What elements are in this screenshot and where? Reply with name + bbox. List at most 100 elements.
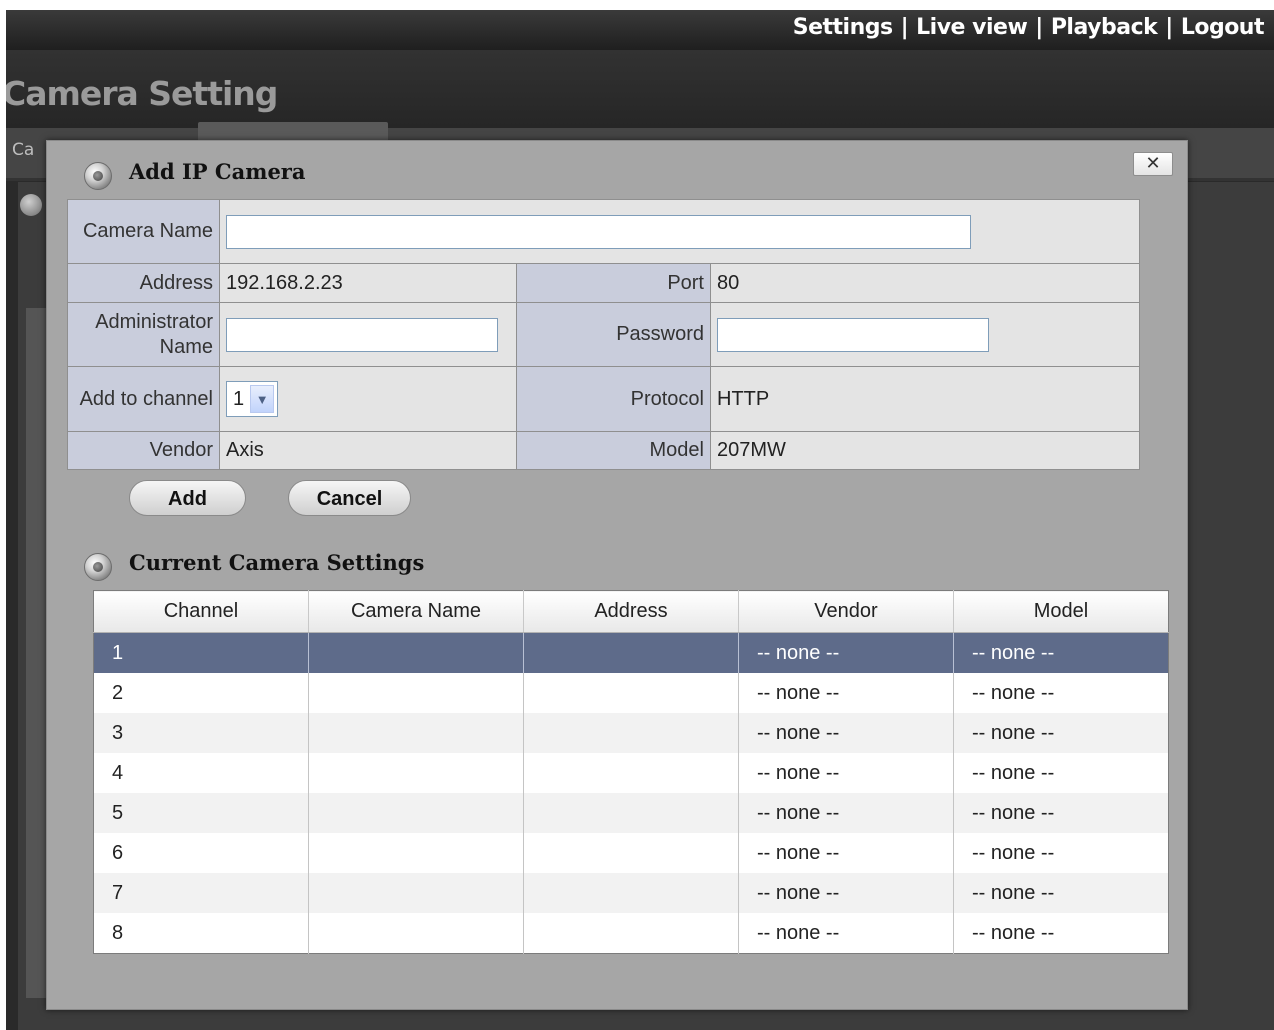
model-label: Model (516, 431, 711, 470)
vendor-cell: -- none -- (738, 753, 954, 793)
protocol-value: HTTP (710, 366, 1140, 432)
camera-name-cell (308, 793, 524, 833)
column-header-model[interactable]: Model (953, 590, 1169, 633)
nav-logout-link[interactable]: Logout (1181, 15, 1265, 40)
model-cell: -- none -- (953, 632, 1169, 673)
channel-cell: 3 (93, 713, 309, 753)
model-cell: -- none -- (953, 753, 1169, 793)
table-row[interactable]: 5 -- none -- -- none -- (93, 793, 1169, 833)
camera-name-cell (308, 753, 524, 793)
vendor-cell: -- none -- (738, 873, 954, 913)
address-cell (523, 713, 739, 753)
port-value: 80 (710, 263, 1140, 303)
camera-name-cell (308, 833, 524, 873)
model-value: 207MW (710, 431, 1140, 470)
table-row[interactable]: 3 -- none -- -- none -- (93, 713, 1169, 753)
address-cell (523, 673, 739, 713)
chevron-down-icon[interactable]: ▼ (250, 385, 275, 413)
vendor-cell: -- none -- (738, 913, 954, 954)
camera-name-cell (308, 713, 524, 753)
column-header-address[interactable]: Address (523, 590, 739, 633)
channel-cell: 5 (93, 793, 309, 833)
channel-cell: 4 (93, 753, 309, 793)
add-button[interactable]: Add (129, 480, 246, 516)
camera-name-cell (308, 913, 524, 954)
column-header-camera-name[interactable]: Camera Name (308, 590, 524, 633)
channel-select-value: 1 (233, 387, 245, 410)
channel-cell: 1 (93, 632, 309, 673)
address-cell (523, 753, 739, 793)
cancel-button[interactable]: Cancel (288, 480, 411, 516)
camera-form: Camera Name Address 192.168.2.23 Port 80… (67, 199, 1140, 470)
channel-label: Add to channel (67, 366, 220, 432)
camera-lens-icon (84, 553, 112, 581)
model-cell: -- none -- (953, 833, 1169, 873)
address-cell (523, 873, 739, 913)
table-row[interactable]: 4 -- none -- -- none -- (93, 753, 1169, 793)
close-button[interactable]: ✕ (1133, 152, 1173, 176)
vendor-cell: -- none -- (738, 632, 954, 673)
vendor-cell: -- none -- (738, 793, 954, 833)
protocol-label: Protocol (516, 366, 711, 432)
model-cell: -- none -- (953, 713, 1169, 753)
channel-select[interactable]: 1 ▼ (226, 381, 279, 417)
model-cell: -- none -- (953, 873, 1169, 913)
vendor-cell: -- none -- (738, 713, 954, 753)
nav-live-view-link[interactable]: Live view (916, 15, 1028, 40)
address-value: 192.168.2.23 (219, 263, 517, 303)
table-row[interactable]: 7 -- none -- -- none -- (93, 873, 1169, 913)
model-cell: -- none -- (953, 793, 1169, 833)
port-label: Port (516, 263, 711, 303)
channel-cell: 2 (93, 673, 309, 713)
current-settings-title: Current Camera Settings (129, 550, 425, 575)
password-input[interactable] (717, 317, 989, 352)
nav-settings-link[interactable]: Settings (793, 15, 893, 40)
tab-active[interactable] (198, 122, 388, 140)
password-cell (710, 302, 1140, 367)
tab-camera[interactable]: Ca (12, 140, 34, 160)
camera-name-label: Camera Name (67, 199, 220, 264)
nav-separator: | (900, 15, 909, 40)
column-header-channel[interactable]: Channel (93, 590, 309, 633)
admin-name-input[interactable] (226, 317, 498, 352)
channel-cell: 1 ▼ (219, 366, 517, 432)
dialog-title: Add IP Camera (129, 159, 306, 184)
admin-name-cell (219, 302, 517, 367)
page-title: Camera Setting (6, 74, 278, 113)
camera-lens-icon (20, 194, 42, 216)
password-label: Password (516, 302, 711, 367)
vendor-label: Vendor (67, 431, 220, 470)
nav-playback-link[interactable]: Playback (1051, 15, 1158, 40)
current-camera-table: Channel Camera Name Address Vendor Model… (93, 590, 1169, 954)
add-ip-camera-dialog: Add IP Camera ✕ Camera Name Address 192.… (46, 140, 1188, 1010)
address-cell (523, 793, 739, 833)
top-navigation: Settings | Live view | Playback | Logout (793, 15, 1265, 40)
camera-name-input[interactable] (226, 214, 971, 249)
channel-cell: 7 (93, 873, 309, 913)
table-row[interactable]: 1 -- none -- -- none -- (93, 632, 1169, 673)
camera-name-cell (219, 199, 1140, 264)
top-bar: Settings | Live view | Playback | Logout (6, 10, 1274, 50)
vendor-cell: -- none -- (738, 673, 954, 713)
channel-cell: 6 (93, 833, 309, 873)
address-cell (523, 632, 739, 673)
camera-name-cell (308, 673, 524, 713)
vendor-value: Axis (219, 431, 517, 470)
table-row[interactable]: 2 -- none -- -- none -- (93, 673, 1169, 713)
camera-name-cell (308, 632, 524, 673)
address-cell (523, 913, 739, 954)
nav-separator: | (1165, 15, 1173, 40)
address-cell (523, 833, 739, 873)
vendor-cell: -- none -- (738, 833, 954, 873)
camera-name-cell (308, 873, 524, 913)
address-label: Address (67, 263, 220, 303)
admin-name-label: Administrator Name (67, 302, 220, 367)
column-header-vendor[interactable]: Vendor (738, 590, 954, 633)
channel-cell: 8 (93, 913, 309, 954)
nav-separator: | (1035, 15, 1043, 40)
model-cell: -- none -- (953, 673, 1169, 713)
camera-lens-icon (84, 162, 112, 190)
table-row[interactable]: 6 -- none -- -- none -- (93, 833, 1169, 873)
model-cell: -- none -- (953, 913, 1169, 954)
table-row[interactable]: 8 -- none -- -- none -- (93, 913, 1169, 954)
